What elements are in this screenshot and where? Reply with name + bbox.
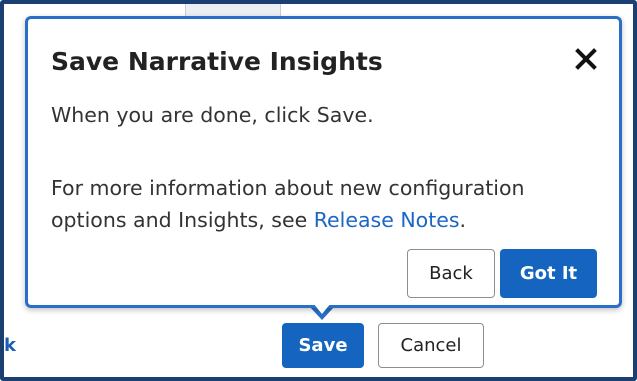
instruction-text: When you are done, click Save. (51, 103, 374, 127)
background-partial-link[interactable]: k (4, 335, 16, 356)
release-notes-link[interactable]: Release Notes (314, 208, 460, 232)
got-it-button[interactable]: Got It (500, 249, 597, 298)
back-button[interactable]: Back (407, 249, 495, 298)
more-info-text: For more information about new configura… (51, 172, 525, 236)
more-info-line1: For more information about new configura… (51, 176, 525, 200)
more-info-line2: options and Insights, see (51, 208, 314, 232)
dialog-title: Save Narrative Insights (51, 47, 383, 76)
insights-popover: Save Narrative Insights When you are don… (25, 16, 622, 308)
close-icon[interactable] (573, 46, 599, 72)
more-info-period: . (459, 208, 467, 232)
cancel-button[interactable]: Cancel (378, 323, 484, 368)
popover-arrow-fill (313, 303, 331, 314)
save-button[interactable]: Save (282, 323, 364, 368)
